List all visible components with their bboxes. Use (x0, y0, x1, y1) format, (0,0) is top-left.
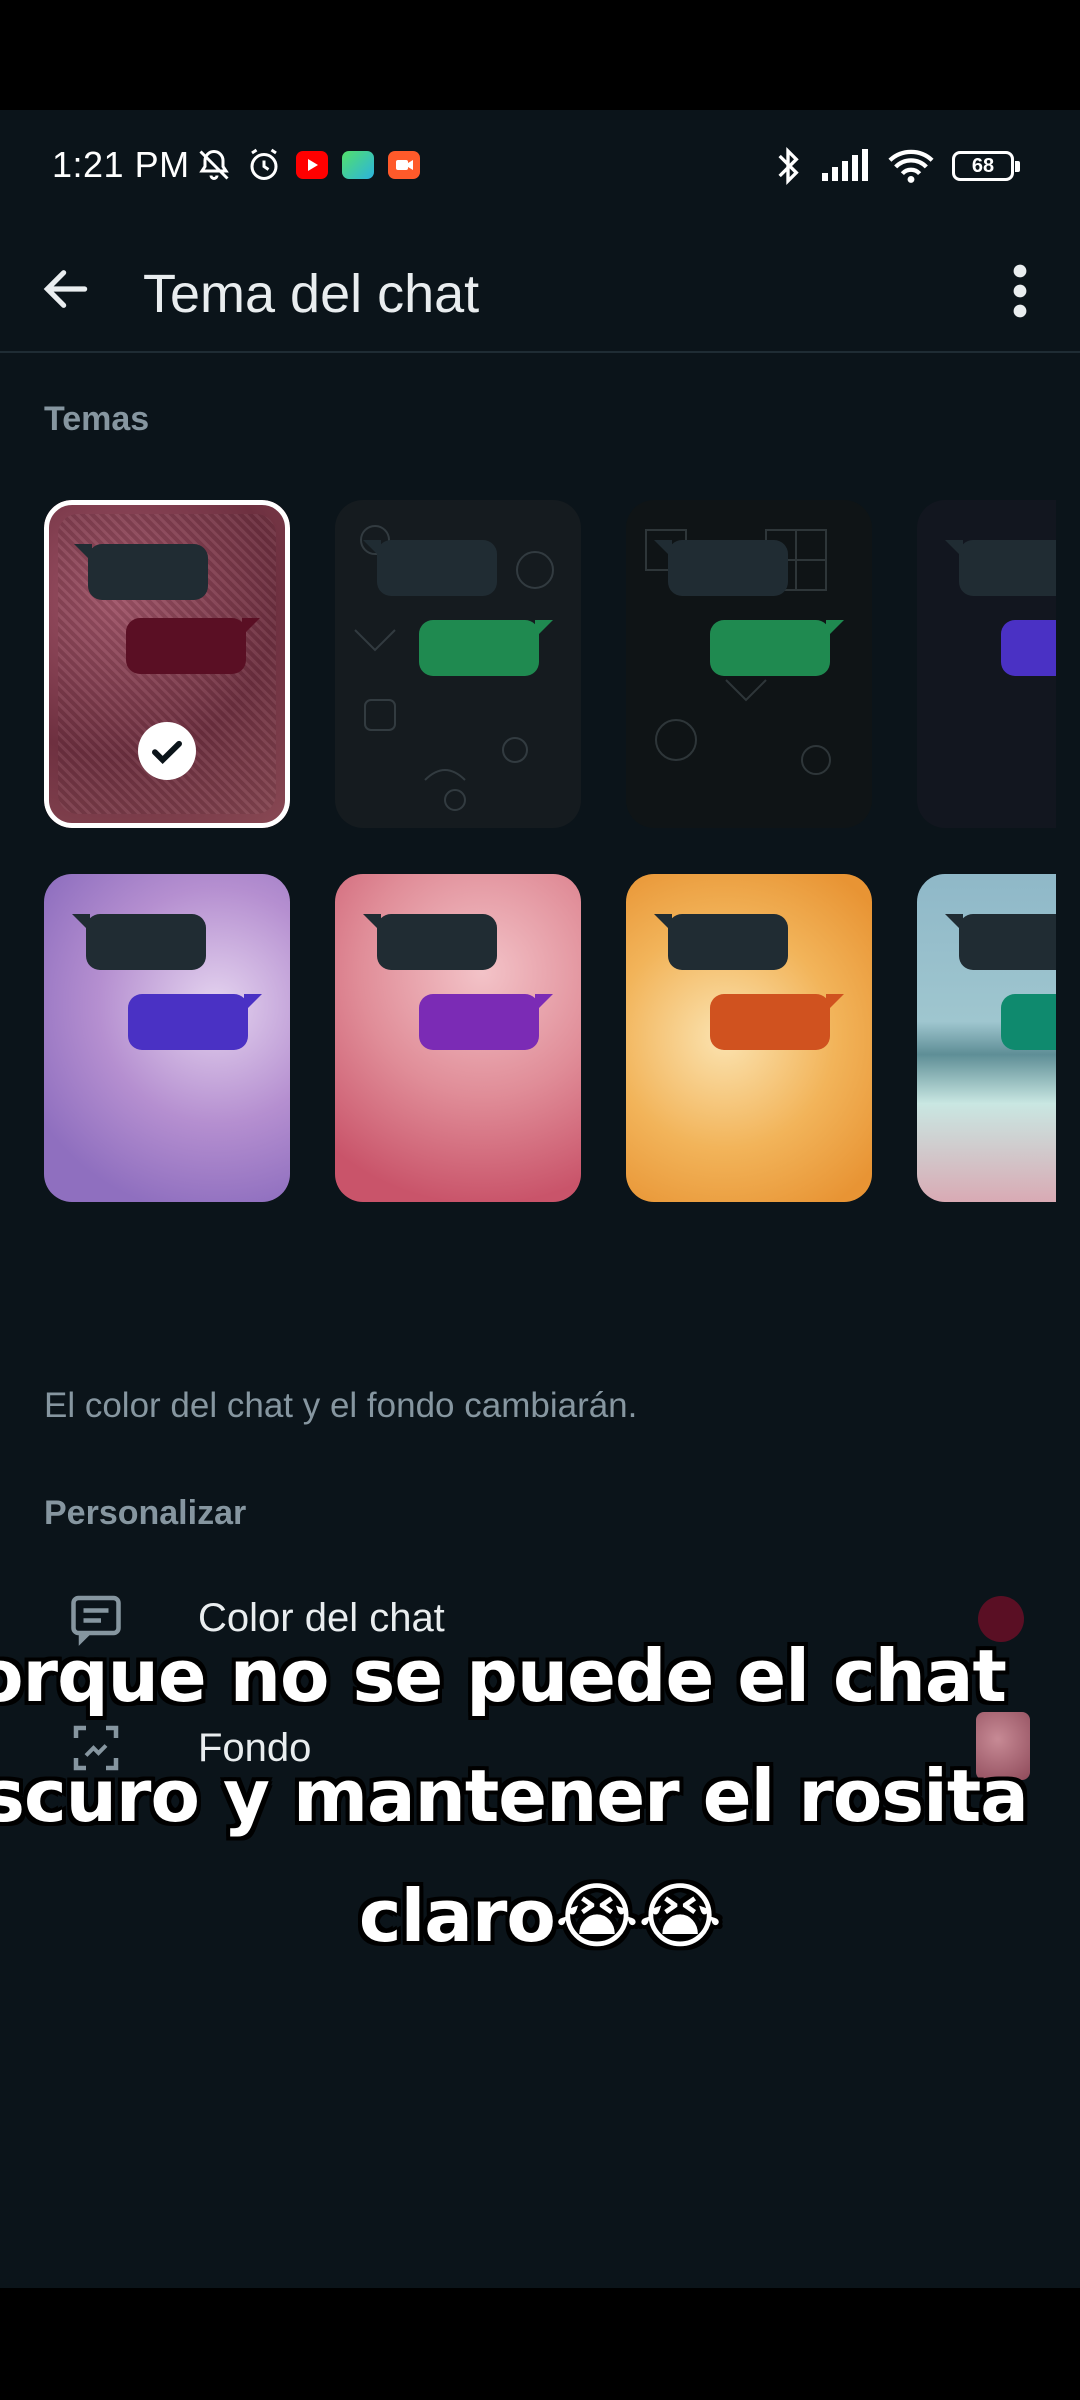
received-bubble-preview (654, 540, 788, 596)
theme-tile-playa[interactable] (917, 874, 1056, 1202)
page-title: Tema del chat (143, 264, 480, 324)
status-notification-icons (196, 147, 420, 183)
caption-line-3: claro😭😭 (358, 1874, 722, 1958)
theme-tile-doodle-morado[interactable] (917, 500, 1056, 828)
received-bubble-preview (363, 540, 497, 596)
theme-tile-doodle-verde-2[interactable] (626, 500, 872, 828)
themes-grid (44, 500, 1056, 1320)
customize-heading: Personalizar (44, 1494, 247, 1532)
theme-tile-rosa-texturizado[interactable] (44, 500, 290, 828)
screen: 1:21 PM 68 Tema del chat Temas El color … (0, 110, 1080, 2288)
sent-bubble-preview (419, 620, 553, 676)
received-bubble-preview (945, 914, 1056, 970)
overlay-caption: orque no se puede el chat scuro y manten… (0, 1616, 1080, 1976)
battery-indicator: 68 (952, 151, 1020, 181)
youtube-app-icon (296, 151, 328, 179)
bell-off-icon (199, 149, 229, 180)
sent-bubble-preview (1001, 994, 1056, 1050)
bluetooth-icon (778, 146, 799, 186)
alarm-icon (250, 148, 278, 180)
sent-bubble-preview (1001, 620, 1056, 676)
check-icon (138, 722, 196, 780)
sent-bubble-preview (128, 994, 262, 1050)
caption-line-1: orque no se puede el chat (0, 1634, 1007, 1718)
received-bubble-preview (945, 540, 1056, 596)
sent-bubble-preview (710, 994, 844, 1050)
theme-tile-lila[interactable] (44, 874, 290, 1202)
received-bubble-preview (654, 914, 788, 970)
theme-tile-naranja[interactable] (626, 874, 872, 1202)
more-options-icon[interactable] (998, 261, 1042, 321)
top-black-bar (0, 0, 1080, 110)
received-bubble-preview (363, 914, 497, 970)
app-bar: Tema del chat (0, 225, 1080, 353)
status-time: 1:21 PM (52, 144, 190, 185)
wifi-icon (888, 149, 934, 183)
received-bubble-preview (72, 914, 206, 970)
sent-bubble-preview (419, 994, 553, 1050)
theme-tile-doodle-verde-1[interactable] (335, 500, 581, 828)
themes-heading: Temas (44, 400, 150, 438)
theme-tile-rosa-flores[interactable] (335, 874, 581, 1202)
back-arrow-icon[interactable] (38, 261, 94, 317)
stack-app-icon (342, 151, 374, 179)
themes-note: El color del chat y el fondo cambiarán. (44, 1386, 638, 1425)
status-system-icons: 68 (774, 146, 1020, 186)
signal-icon (822, 149, 868, 181)
bottom-black-bar (0, 2288, 1080, 2400)
status-bar: 1:21 PM 68 (0, 110, 1080, 225)
video-app-icon (388, 151, 420, 179)
sent-bubble-preview (710, 620, 844, 676)
caption-line-2: scuro y mantener el rosita (0, 1754, 1029, 1838)
